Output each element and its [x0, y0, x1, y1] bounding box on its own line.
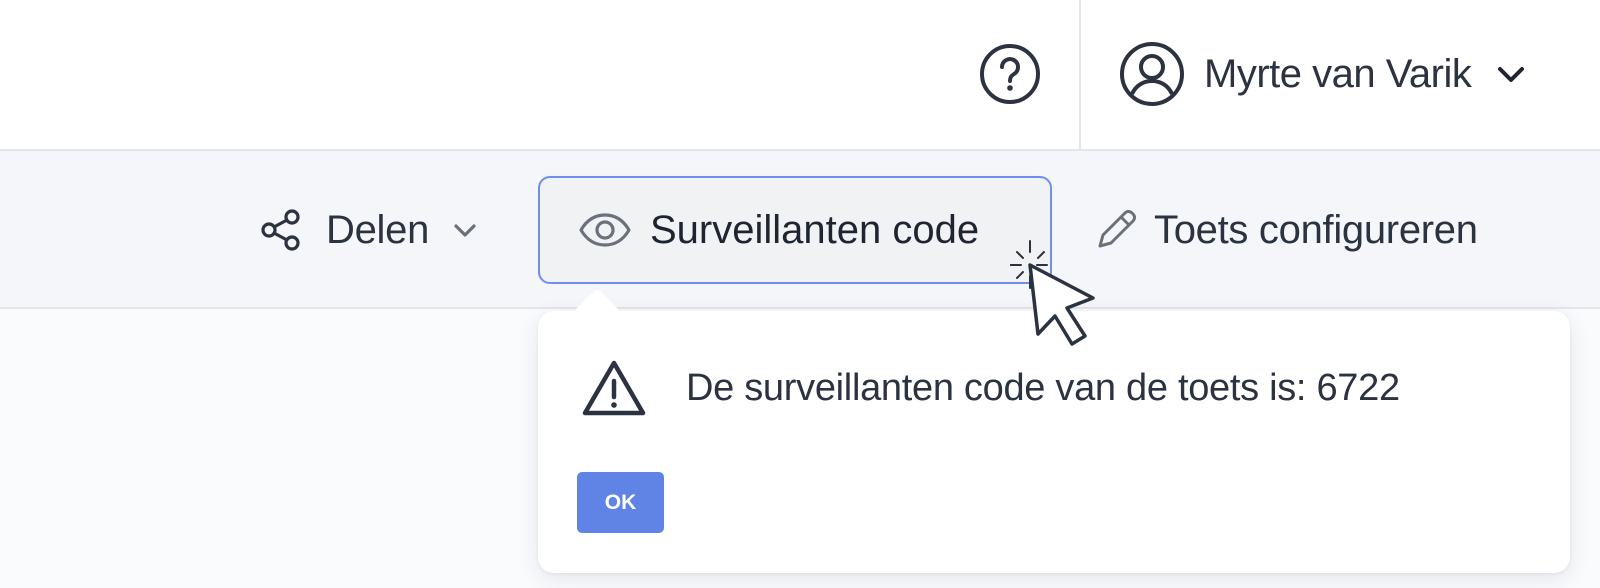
- proctor-code-button[interactable]: Surveillanten code: [538, 176, 1052, 284]
- chevron-down-icon: [1498, 67, 1525, 82]
- share-icon: [261, 209, 300, 251]
- share-label: Delen: [326, 207, 430, 252]
- header-divider: [1079, 0, 1081, 151]
- warning-triangle-icon: [582, 360, 646, 416]
- eye-icon: [579, 213, 631, 247]
- proctor-code-label: Surveillanten code: [650, 207, 980, 252]
- configure-test-label: Toets configureren: [1154, 207, 1478, 252]
- top-header: Myrte van Varik: [0, 0, 1600, 151]
- user-menu[interactable]: Myrte van Varik: [1119, 40, 1527, 108]
- question-circle-icon[interactable]: [979, 43, 1041, 105]
- chevron-down-icon: [454, 224, 476, 237]
- share-button[interactable]: Delen: [260, 200, 479, 260]
- ok-button[interactable]: OK: [577, 472, 664, 533]
- user-name: Myrte van Varik: [1204, 51, 1472, 96]
- proctor-code-popover: De surveillanten code van de toets is: 6…: [538, 287, 1570, 573]
- configure-test-button[interactable]: Toets configureren: [1094, 200, 1478, 260]
- user-circle-icon: [1120, 42, 1184, 106]
- pencil-icon: [1098, 210, 1136, 248]
- popover-message: De surveillanten code van de toets is: 6…: [686, 367, 1400, 409]
